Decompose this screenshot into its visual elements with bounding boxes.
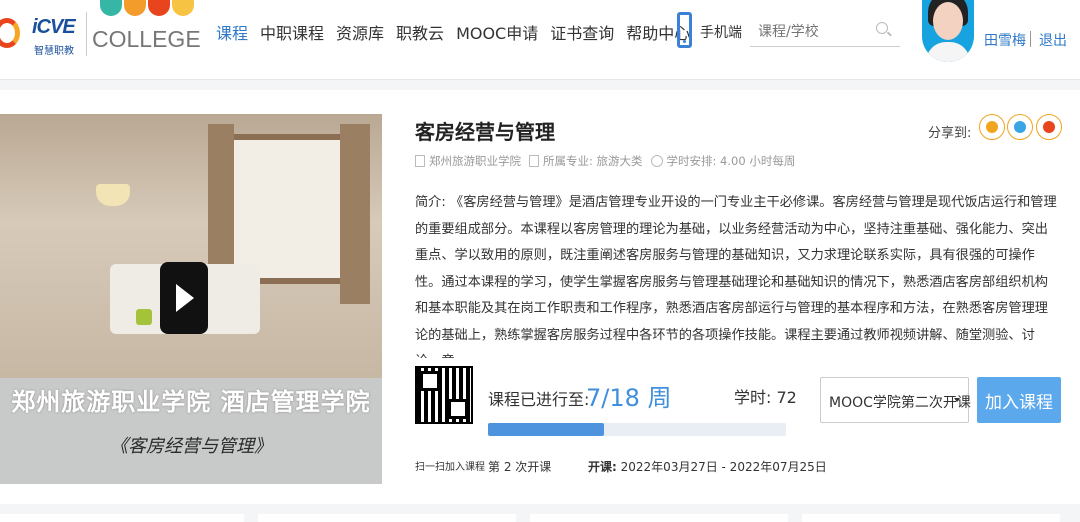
- video-thumbnail-window: [226, 134, 346, 284]
- qzone-icon-inner: [986, 121, 998, 133]
- meta-school-text: 郑州旅游职业学院: [429, 154, 521, 168]
- mooc-letter-c: [172, 0, 194, 16]
- video-banner-subtitle: 《客房经营与管理》: [110, 436, 272, 457]
- mooc-college-logo[interactable]: COLLEGE: [92, 0, 202, 58]
- video-thumbnail-curtain-right: [340, 124, 370, 304]
- meta-schedule: 学时安排: 4.00 小时每周: [650, 153, 796, 169]
- search-icon[interactable]: [876, 22, 888, 34]
- video-banner-title: 郑州旅游职业学院 酒店管理学院: [11, 388, 371, 416]
- qr-caption: 扫一扫加入课程: [415, 462, 485, 473]
- main-nav: 课程 中职课程 资源库 职教云 MOOC申请 证书查询 帮助中心: [216, 20, 702, 44]
- search-input[interactable]: [758, 21, 868, 43]
- bottom-card-2[interactable]: [258, 514, 516, 522]
- qzone-icon[interactable]: [979, 114, 1005, 140]
- join-course-button[interactable]: 加入课程: [977, 377, 1061, 423]
- progress-label: 课程已进行至:: [488, 390, 590, 409]
- share-label: 分享到:: [928, 126, 972, 141]
- caret-down-icon: [954, 398, 960, 402]
- qr-code-icon: [415, 366, 473, 424]
- course-title: 客房经营与管理: [415, 120, 555, 144]
- session-select-value: MOOC学院第二次开课: [829, 395, 971, 411]
- qq-icon-inner: [1014, 121, 1026, 133]
- icve-logo-text: iCVE: [32, 16, 76, 38]
- school-icon: [415, 155, 425, 167]
- mooc-logo-icon: [100, 0, 200, 18]
- weibo-icon-inner: [1043, 121, 1055, 133]
- nav-item-vocational-cloud[interactable]: 职教云: [396, 20, 444, 44]
- nav-item-certificate-query[interactable]: 证书查询: [550, 20, 614, 44]
- nav-item-resource-library[interactable]: 资源库: [336, 20, 384, 44]
- bottom-card-1[interactable]: [0, 514, 244, 522]
- progress-bar: [488, 423, 786, 436]
- course-panel: 郑州旅游职业学院 酒店管理学院 《客房经营与管理》 客房经营与管理 分享到: 郑…: [0, 90, 1080, 504]
- nav-item-mooc-apply[interactable]: MOOC申请: [456, 20, 538, 44]
- qq-icon[interactable]: [1007, 114, 1033, 140]
- meta-major: 所属专业: 旅游大类: [529, 153, 643, 169]
- header-separator: [1030, 31, 1031, 47]
- progress-bar-fill: [488, 423, 604, 436]
- course-meta: 郑州旅游职业学院 所属专业: 旅游大类 学时安排: 4.00 小时每周: [415, 153, 803, 169]
- bottom-card-3[interactable]: [530, 514, 788, 522]
- meta-school: 郑州旅游职业学院: [415, 153, 521, 169]
- course-hours: 学时: 72: [734, 388, 797, 407]
- logout-link[interactable]: 退出: [1039, 30, 1067, 50]
- course-description: 简介: 《客房经营与管理》是酒店管理专业开设的一门专业主干必修课。客房经营与管理…: [415, 195, 1057, 358]
- progress-value: 7/18 周: [586, 384, 672, 412]
- weibo-icon[interactable]: [1036, 114, 1062, 140]
- logo-divider: [86, 12, 87, 56]
- meta-schedule-text: 学时安排: 4.00 小时每周: [666, 154, 796, 168]
- play-button[interactable]: [160, 262, 208, 334]
- video-thumbnail-pillow: [136, 309, 152, 325]
- meta-major-text: 所属专业: 旅游大类: [543, 154, 643, 168]
- icve-logo-icon: [0, 18, 20, 48]
- username-link[interactable]: 田雪梅: [984, 30, 1026, 50]
- mobile-phone-icon[interactable]: [677, 12, 692, 48]
- college-logo-text: COLLEGE: [92, 26, 201, 52]
- icve-logo-subtitle: 智慧职教: [34, 46, 74, 57]
- avatar-face: [933, 2, 963, 40]
- open-date: 开课: 2022年03月27日 - 2022年07月25日: [588, 458, 827, 475]
- bottom-card-4[interactable]: [802, 514, 1060, 522]
- icve-logo[interactable]: iCVE 智慧职教: [0, 10, 80, 58]
- clock-icon: [650, 155, 663, 167]
- mobile-link[interactable]: 手机端: [700, 22, 742, 42]
- nav-item-courses[interactable]: 课程: [216, 20, 248, 44]
- mooc-letter-o2: [148, 0, 170, 16]
- open-date-label: 开课:: [588, 460, 617, 474]
- open-count: 第 2 次开课: [488, 460, 552, 474]
- mooc-letter-m: [100, 0, 122, 16]
- top-header: iCVE 智慧职教 COLLEGE 课程 中职课程 资源库 职教云 MOOC申请…: [0, 0, 1080, 80]
- course-video[interactable]: 郑州旅游职业学院 酒店管理学院 《客房经营与管理》: [0, 114, 382, 484]
- open-date-value: 2022年03月27日 - 2022年07月25日: [620, 460, 827, 474]
- user-avatar[interactable]: [922, 0, 974, 62]
- avatar-body: [926, 42, 970, 62]
- search-box: [750, 17, 900, 47]
- book-icon: [529, 155, 539, 167]
- video-thumbnail-lamp: [96, 184, 130, 206]
- nav-item-vocational-courses[interactable]: 中职课程: [260, 20, 324, 44]
- session-select[interactable]: MOOC学院第二次开课: [820, 377, 971, 423]
- mooc-letter-o1: [124, 0, 146, 16]
